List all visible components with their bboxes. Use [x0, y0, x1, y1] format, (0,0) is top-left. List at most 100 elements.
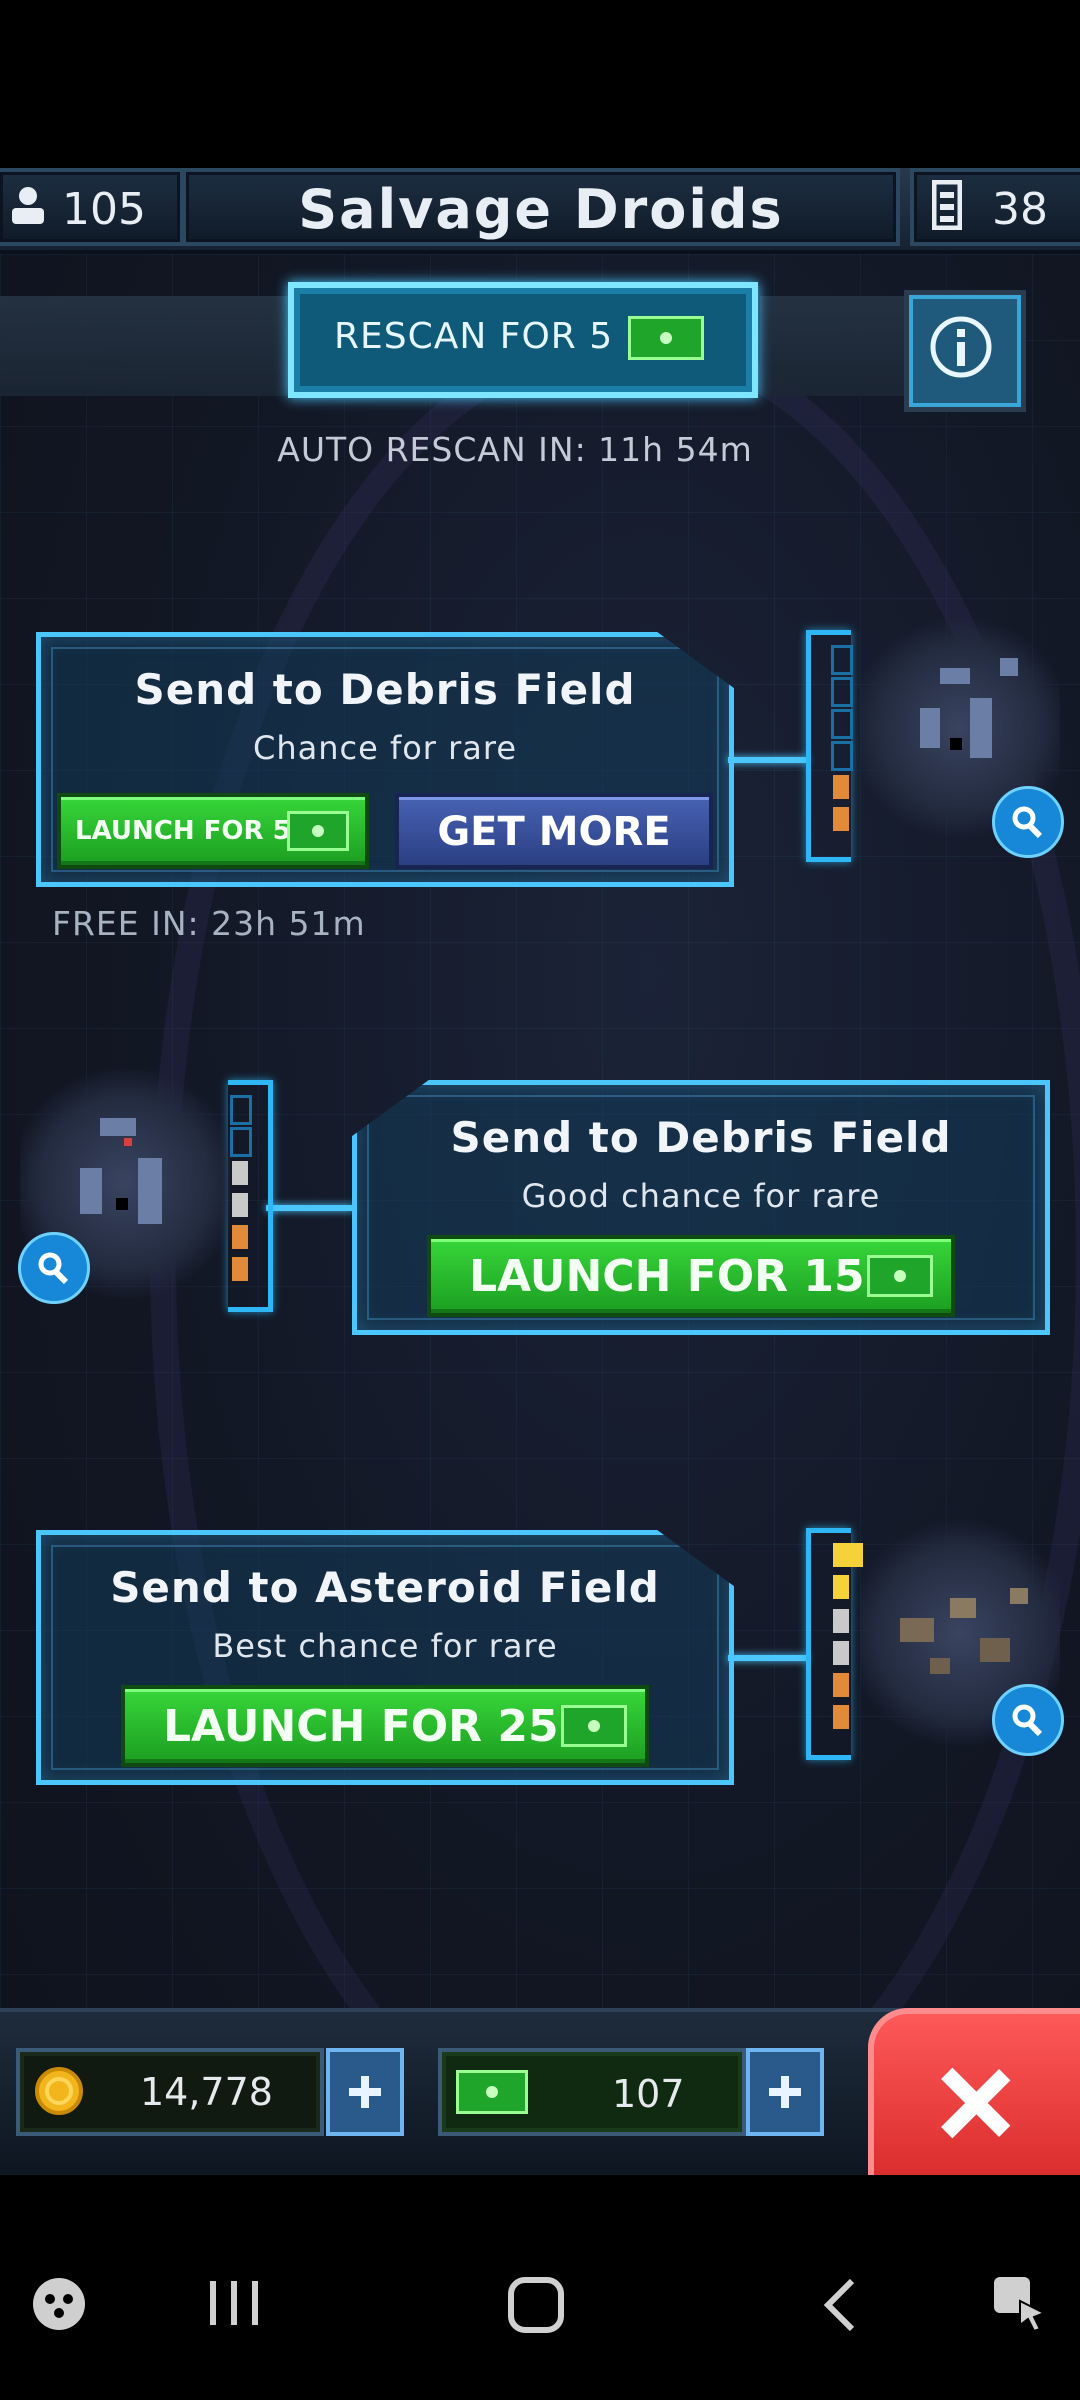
info-button[interactable] [904, 290, 1026, 412]
mission-subtitle: Good chance for rare [521, 1177, 881, 1215]
debris-pixel [920, 708, 940, 748]
crew-count: 105 [62, 184, 146, 235]
mission-title: Send to Debris Field [134, 665, 636, 714]
rarity-segment-filled [833, 1575, 849, 1599]
rarity-segment [831, 645, 853, 675]
asteroid-pixel [980, 1638, 1010, 1662]
rarity-segment [230, 1127, 252, 1157]
debris-pixel [940, 668, 970, 684]
gems-counter: 107 [438, 2048, 746, 2136]
asteroid-pixel [900, 1618, 934, 1642]
rarity-bracket [806, 630, 853, 862]
debris-pixel [100, 1118, 136, 1136]
gem-icon [287, 811, 349, 851]
plus-icon [349, 2076, 381, 2108]
back-icon[interactable] [820, 2275, 860, 2335]
debris-pixel [950, 738, 962, 750]
connector [266, 1205, 354, 1211]
mission-title: Send to Debris Field [450, 1113, 952, 1162]
gem-icon [456, 2070, 528, 2114]
background-structure [760, 296, 920, 396]
droid-counter: 38 [910, 168, 1080, 246]
rescan-button[interactable]: RESCAN FOR 5 [288, 282, 758, 398]
launch-label: LAUNCH FOR 15 [469, 1250, 865, 1302]
launch-label: LAUNCH FOR 5 [75, 816, 291, 846]
magnify-button[interactable] [992, 786, 1064, 858]
debris-pixel [124, 1138, 132, 1146]
game-screen: 105 Salvage Droids 38 RESCAN FOR 5 AUTO … [0, 168, 1080, 2175]
system-nav-bar [0, 2175, 1080, 2400]
debris-pixel [80, 1168, 102, 1214]
coins-value: 14,778 [140, 2070, 273, 2114]
connector [728, 757, 808, 763]
rarity-segment-filled [833, 1705, 849, 1729]
gem-icon [628, 316, 704, 360]
rarity-segment-filled [232, 1257, 248, 1281]
rarity-segment-filled [232, 1193, 248, 1217]
magnify-icon [1012, 806, 1043, 839]
magnify-icon [38, 1252, 69, 1285]
gem-icon [561, 1705, 627, 1747]
droid-icon [932, 180, 962, 230]
title-box: Salvage Droids [182, 168, 900, 246]
rarity-bracket [806, 1528, 863, 1760]
auto-rescan-text: AUTO RESCAN IN: 11h 54m [277, 430, 753, 469]
mission-subtitle: Best chance for rare [212, 1627, 558, 1665]
rarity-segment-filled [833, 775, 849, 799]
rarity-bracket [228, 1080, 273, 1312]
mission-panel: Send to Debris Field Chance for rare LAU… [36, 632, 734, 887]
magnify-icon [1012, 1704, 1043, 1737]
status-bar [0, 0, 1080, 168]
rarity-segment [831, 709, 853, 739]
magnify-button[interactable] [992, 1684, 1064, 1756]
home-icon[interactable] [506, 2275, 566, 2335]
add-gems-button[interactable] [746, 2048, 824, 2136]
rarity-segment-filled [833, 1609, 849, 1633]
bottom-bar: 14,778 107 [0, 2008, 1080, 2175]
get-more-button[interactable]: GET MORE [395, 793, 713, 869]
coins-counter: 14,778 [16, 2048, 324, 2136]
rarity-segment [831, 741, 853, 771]
launch-button[interactable]: LAUNCH FOR 15 [427, 1235, 955, 1317]
close-button[interactable] [868, 2008, 1080, 2175]
screen-tool-icon[interactable] [990, 2273, 1050, 2333]
rarity-segment-filled [232, 1225, 248, 1249]
launch-button[interactable]: LAUNCH FOR 25 [121, 1685, 649, 1767]
debris-pixel [1000, 658, 1018, 676]
launch-label: LAUNCH FOR 25 [163, 1700, 559, 1752]
gems-value: 107 [612, 2072, 685, 2116]
magnify-button[interactable] [18, 1232, 90, 1304]
crew-icon [12, 187, 44, 224]
asteroid-pixel [950, 1598, 976, 1618]
plus-icon [769, 2076, 801, 2108]
gem-icon [867, 1255, 933, 1297]
rarity-segment-filled [833, 1543, 863, 1567]
add-coins-button[interactable] [326, 2048, 404, 2136]
connector [728, 1655, 808, 1661]
rarity-segment-filled [833, 1641, 849, 1665]
recent-apps-icon[interactable] [206, 2275, 262, 2331]
page-title: Salvage Droids [298, 178, 784, 241]
crew-counter: 105 [0, 168, 184, 246]
free-in-text: FREE IN: 23h 51m [52, 904, 366, 943]
asteroid-pixel [1010, 1588, 1028, 1604]
droid-count: 38 [992, 184, 1048, 235]
rarity-segment-filled [232, 1161, 248, 1185]
rescan-label: RESCAN FOR 5 [334, 316, 614, 357]
game-launcher-icon[interactable] [30, 2275, 88, 2333]
debris-pixel [116, 1198, 128, 1210]
rarity-segment-filled [833, 807, 849, 831]
asteroid-pixel [930, 1658, 950, 1674]
mission-title: Send to Asteroid Field [110, 1563, 660, 1612]
coin-icon [35, 2067, 83, 2115]
rarity-segment [831, 677, 853, 707]
background-structure [0, 296, 300, 396]
debris-pixel [138, 1158, 162, 1224]
rarity-segment-filled [833, 1673, 849, 1697]
top-bar: 105 Salvage Droids 38 [0, 168, 1080, 254]
launch-button[interactable]: LAUNCH FOR 5 [57, 793, 369, 869]
close-icon [941, 2067, 1011, 2139]
mission-subtitle: Chance for rare [252, 729, 518, 767]
debris-pixel [970, 698, 992, 758]
get-more-label: GET MORE [437, 809, 671, 855]
